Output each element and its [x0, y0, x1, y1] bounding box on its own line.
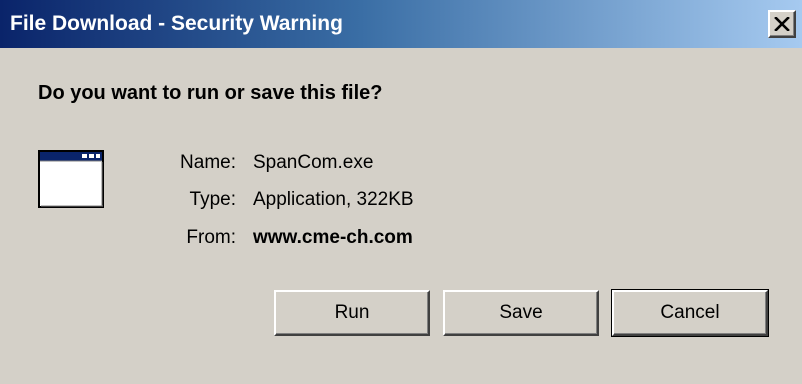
- file-type-value: Application, 322KB: [253, 189, 414, 210]
- file-source-row: From: www.cme-ch.com: [0, 223, 802, 253]
- file-type-label: Type:: [189, 189, 236, 210]
- title-bar[interactable]: File Download - Security Warning: [0, 0, 802, 48]
- run-button[interactable]: Run: [274, 290, 430, 336]
- window-title: File Download - Security Warning: [10, 12, 343, 35]
- file-source-value: www.cme-ch.com: [253, 227, 413, 248]
- file-type-row: Type: Application, 322KB: [0, 185, 802, 215]
- file-name-value: SpanCom.exe: [253, 152, 374, 173]
- file-name-label: Name:: [180, 152, 236, 173]
- close-button[interactable]: [768, 10, 796, 38]
- close-icon: [774, 17, 790, 31]
- file-source-label: From:: [186, 227, 236, 248]
- save-button[interactable]: Save: [443, 290, 599, 336]
- security-warning-dialog: File Download - Security Warning Do you …: [0, 0, 802, 384]
- dialog-question: Do you want to run or save this file?: [38, 82, 383, 104]
- file-name-row: Name: SpanCom.exe: [0, 148, 802, 178]
- cancel-button[interactable]: Cancel: [611, 289, 769, 337]
- file-info: Name: SpanCom.exe Type: Application, 322…: [0, 148, 802, 258]
